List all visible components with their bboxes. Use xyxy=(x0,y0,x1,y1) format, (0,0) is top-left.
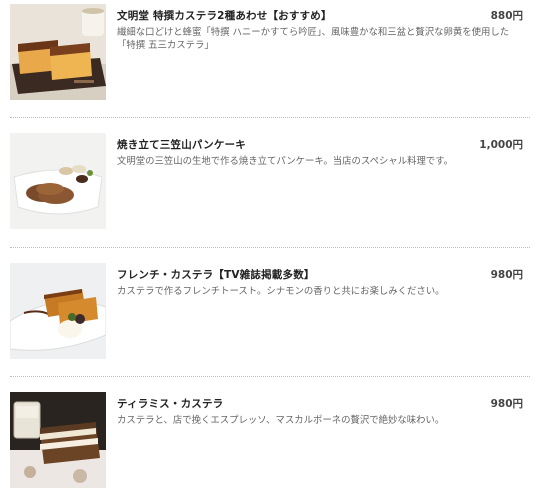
item-divider xyxy=(10,247,530,248)
menu-item-french-castella[interactable]: フレンチ・カステラ【TV雑誌掲載多数】 980円 カステラで作るフレンチトースト… xyxy=(0,263,543,367)
french-castella-image[interactable] xyxy=(10,263,106,359)
item-name: フレンチ・カステラ【TV雑誌掲載多数】 xyxy=(117,269,315,281)
item-price: 980円 xyxy=(490,398,523,410)
item-name: ティラミス・カステラ xyxy=(117,398,224,410)
menu-item-castella-assortment[interactable]: 文明堂 特撰カステラ2種あわせ【おすすめ】 880円 繊細な口どけと蜂蜜「特撰 … xyxy=(0,4,543,108)
item-description: 繊細な口どけと蜂蜜「特撰 ハニーかすてら吟匠」、風味豊かな和三盆と贅沢な卵黄を使… xyxy=(117,27,510,51)
item-divider xyxy=(10,117,530,118)
item-name: 文明堂 特撰カステラ2種あわせ【おすすめ】 xyxy=(117,10,332,22)
item-divider xyxy=(10,376,530,377)
item-price: 880円 xyxy=(490,10,523,22)
tiramisu-castella-image[interactable] xyxy=(10,392,106,488)
item-price: 980円 xyxy=(490,269,523,281)
menu-item-pancake[interactable]: 焼き立て三笠山パンケーキ 1,000円 文明堂の三笠山の生地で作る焼き立てパンケ… xyxy=(0,133,543,237)
item-description: カステラと、店で挽くエスプレッソ、マスカルポーネの贅沢で絶妙な味わい。 xyxy=(117,415,445,426)
item-description: カステラで作るフレンチトースト。シナモンの香りと共にお楽しみください。 xyxy=(117,286,445,297)
pancake-image[interactable] xyxy=(10,133,106,229)
item-name: 焼き立て三笠山パンケーキ xyxy=(117,139,246,151)
item-description: 文明堂の三笠山の生地で作る焼き立てパンケーキ。当店のスペシャル料理です。 xyxy=(117,156,454,167)
item-price: 1,000円 xyxy=(479,139,523,151)
castella-assortment-image[interactable] xyxy=(10,4,106,100)
menu-item-tiramisu-castella[interactable]: ティラミス・カステラ 980円 カステラと、店で挽くエスプレッソ、マスカルポーネ… xyxy=(0,392,543,496)
